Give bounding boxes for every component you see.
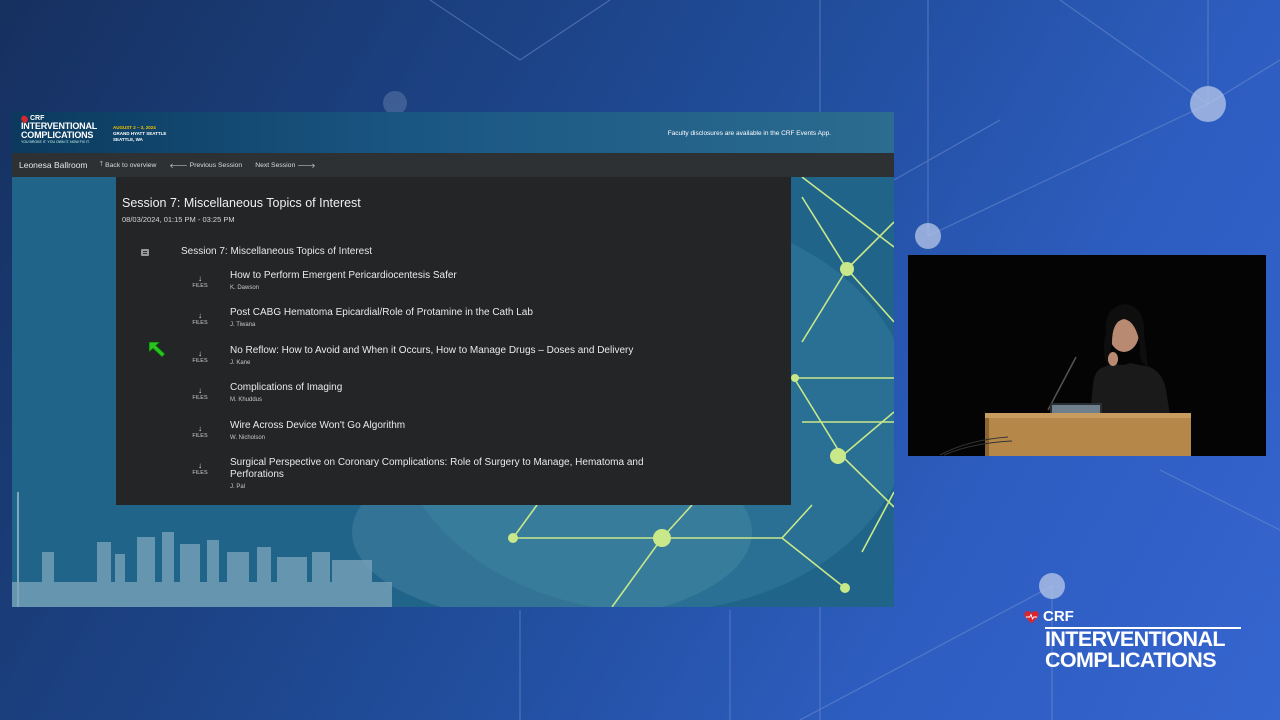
files-download[interactable]: ↓ FILES — [186, 386, 214, 402]
brand-line2: COMPLICATIONS — [1045, 647, 1217, 672]
next-session-link[interactable]: Next Session 🡒 — [255, 161, 315, 170]
session-navbar: Leonesa Ballroom 🡑 Back to overview 🡐 Prev… — [12, 153, 894, 177]
files-label: FILES — [192, 470, 208, 476]
talk-speaker: J. Kane — [230, 360, 251, 366]
arrow-right-icon: 🡒 — [297, 162, 316, 170]
event-dates: AUGUST 2 – 3, 2024 GRAND HYATT SEATTLE S… — [113, 125, 166, 143]
back-label: Back to overview — [105, 161, 157, 169]
conference-brand: CRF INTERVENTIONAL COMPLICATIONS — [1023, 608, 1241, 671]
collapse-toggle-icon[interactable] — [141, 249, 149, 256]
brand-crf: CRF — [1043, 608, 1074, 625]
talk-speaker: M. Khuddus — [230, 397, 263, 403]
cursor-arrow-icon — [149, 342, 166, 358]
download-arrow-icon: ↓ — [198, 349, 202, 358]
session-screen: CRF INTERVENTIONAL COMPLICATIONS YOU BRO… — [12, 112, 894, 607]
arrow-left-icon: 🡐 — [169, 162, 188, 170]
disclosure-notice: Faculty disclosures are available in the… — [667, 130, 831, 137]
logo-tagline: YOU BROKE IT. YOU OWN IT. NOW FIX IT. — [21, 140, 90, 144]
talk-title[interactable]: Post CABG Hematoma Epicardial/Role of Pr… — [230, 307, 690, 319]
session-panel: Session 7: Miscellaneous Topics of Inter… — [116, 177, 791, 505]
talk-title[interactable]: Complications of Imaging — [230, 382, 690, 394]
brand-line1: INTERVENTIONAL — [1045, 626, 1226, 651]
files-label: FILES — [192, 433, 208, 439]
talk-title[interactable]: No Reflow: How to Avoid and When it Occu… — [230, 345, 690, 357]
files-download[interactable]: ↓ FILES — [186, 349, 214, 365]
event-banner: CRF INTERVENTIONAL COMPLICATIONS YOU BRO… — [12, 112, 894, 153]
download-arrow-icon: ↓ — [198, 311, 202, 320]
talk-speaker: J. Pal — [230, 484, 246, 490]
back-to-overview-link[interactable]: 🡑 Back to overview — [100, 160, 157, 171]
files-download[interactable]: ↓ FILES — [186, 424, 214, 440]
speaker-video-frame — [908, 255, 1266, 456]
event-logo: CRF INTERVENTIONAL COMPLICATIONS YOU BRO… — [19, 113, 97, 144]
talk-speaker: J. Tiwana — [230, 322, 256, 328]
files-download[interactable]: ↓ FILES — [186, 311, 214, 327]
talk-title[interactable]: Surgical Perspective on Coronary Complic… — [230, 457, 690, 481]
files-download[interactable]: ↓ FILES — [186, 274, 214, 290]
next-label: Next Session — [255, 161, 296, 169]
logo-title-line2: COMPLICATIONS — [21, 130, 94, 140]
talk-speaker: K. Dawson — [230, 285, 260, 291]
files-label: FILES — [192, 395, 208, 401]
session-group-title: Session 7: Miscellaneous Topics of Inter… — [181, 246, 373, 257]
download-arrow-icon: ↓ — [198, 461, 202, 470]
event-city: SEATTLE, WA — [113, 137, 143, 142]
files-label: FILES — [192, 283, 208, 289]
download-arrow-icon: ↓ — [198, 424, 202, 433]
files-download[interactable]: ↓ FILES — [186, 461, 214, 477]
previous-label: Previous Session — [189, 161, 243, 169]
download-arrow-icon: ↓ — [198, 386, 202, 395]
talk-title[interactable]: How to Perform Emergent Pericardiocentes… — [230, 270, 690, 282]
speaker-video — [908, 255, 1266, 456]
session-title: Session 7: Miscellaneous Topics of Inter… — [122, 196, 361, 210]
room-name: Leonesa Ballroom — [19, 160, 88, 170]
previous-session-link[interactable]: 🡐 Previous Session — [169, 161, 242, 170]
heart-icon — [1024, 610, 1039, 624]
files-label: FILES — [192, 320, 208, 326]
arrow-up-icon: 🡑 — [99, 160, 104, 168]
talk-title[interactable]: Wire Across Device Won't Go Algorithm — [230, 420, 690, 432]
session-time: 08/03/2024, 01:15 PM - 03:25 PM — [122, 215, 235, 224]
talk-speaker: W. Nicholson — [230, 435, 266, 441]
files-label: FILES — [192, 358, 208, 364]
download-arrow-icon: ↓ — [198, 274, 202, 283]
